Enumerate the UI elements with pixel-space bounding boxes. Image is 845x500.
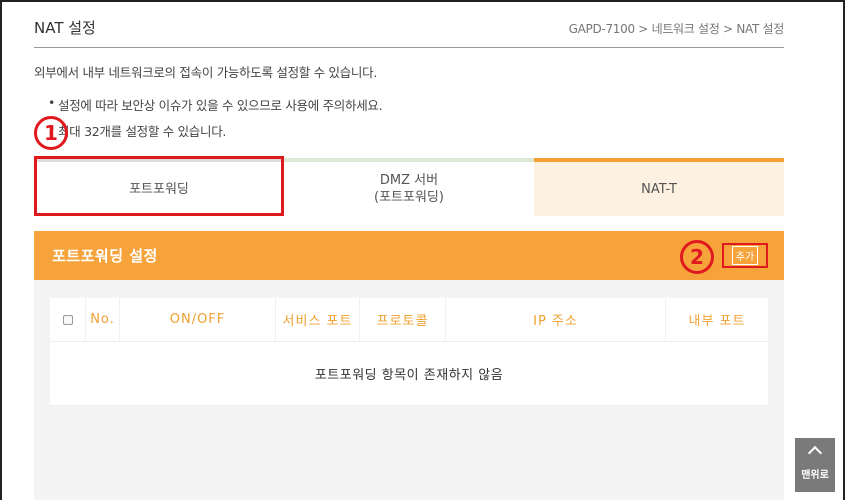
add-button[interactable]: 추가 bbox=[722, 243, 768, 268]
panel-title: 포트포워딩 설정 bbox=[52, 247, 158, 265]
col-no: No. bbox=[86, 298, 120, 341]
page-header: NAT 설정 GAPD-7100 > 네트워크 설정 > NAT 설정 bbox=[34, 14, 784, 48]
table-header: No. ON/OFF 서비스 포트 프로토콜 IP 주소 내부 포트 bbox=[50, 298, 768, 342]
col-service-port: 서비스 포트 bbox=[276, 298, 360, 341]
scroll-top-button[interactable]: 맨위로 bbox=[795, 438, 835, 492]
tab-nat-t[interactable]: NAT-T bbox=[534, 158, 784, 216]
port-forward-table: No. ON/OFF 서비스 포트 프로토콜 IP 주소 내부 포트 포트포워딩… bbox=[50, 298, 768, 406]
tab-port-forwarding[interactable]: 포트포워딩 bbox=[34, 158, 284, 216]
tab-label: 포트포워딩 bbox=[129, 181, 189, 197]
col-ip-address: IP 주소 bbox=[446, 298, 666, 341]
chevron-up-icon bbox=[807, 445, 823, 461]
col-on-off: ON/OFF bbox=[120, 298, 276, 341]
nat-tabs: 포트포워딩 DMZ 서버 (포트포워딩) NAT-T bbox=[34, 156, 784, 216]
page-title: NAT 설정 bbox=[34, 19, 96, 37]
marker-2: 2 bbox=[680, 240, 714, 274]
panel-body: No. ON/OFF 서비스 포트 프로토콜 IP 주소 내부 포트 포트포워딩… bbox=[34, 280, 784, 500]
tab-label: NAT-T bbox=[641, 181, 677, 197]
page-description: 외부에서 내부 네트워크로의 접속이 가능하도록 설정할 수 있습니다. bbox=[34, 65, 377, 80]
tab-dmz-server[interactable]: DMZ 서버 (포트포워딩) bbox=[284, 158, 534, 216]
breadcrumb: GAPD-7100 > 네트워크 설정 > NAT 설정 bbox=[568, 22, 785, 36]
tab-label-line2: (포트포워딩) bbox=[374, 190, 444, 205]
panel-header: 포트포워딩 설정 추가 bbox=[34, 231, 784, 280]
note-security: 설정에 따라 보안상 이슈가 있을 수 있으므로 사용에 주의하세요. bbox=[48, 95, 383, 114]
empty-message: 포트포워딩 항목이 존재하지 않음 bbox=[50, 342, 768, 406]
tab-label-line1: DMZ 서버 bbox=[379, 173, 439, 188]
col-protocol: 프로토콜 bbox=[360, 298, 446, 341]
col-internal-port: 내부 포트 bbox=[688, 314, 746, 329]
scroll-top-label: 맨위로 bbox=[801, 470, 829, 481]
add-button-label: 추가 bbox=[731, 246, 759, 265]
select-all-cell bbox=[50, 298, 86, 341]
marker-1: 1 bbox=[34, 116, 68, 150]
note-max-count: 최대 32개를 설정할 수 있습니다. bbox=[48, 121, 226, 140]
select-all-checkbox[interactable] bbox=[62, 314, 73, 325]
